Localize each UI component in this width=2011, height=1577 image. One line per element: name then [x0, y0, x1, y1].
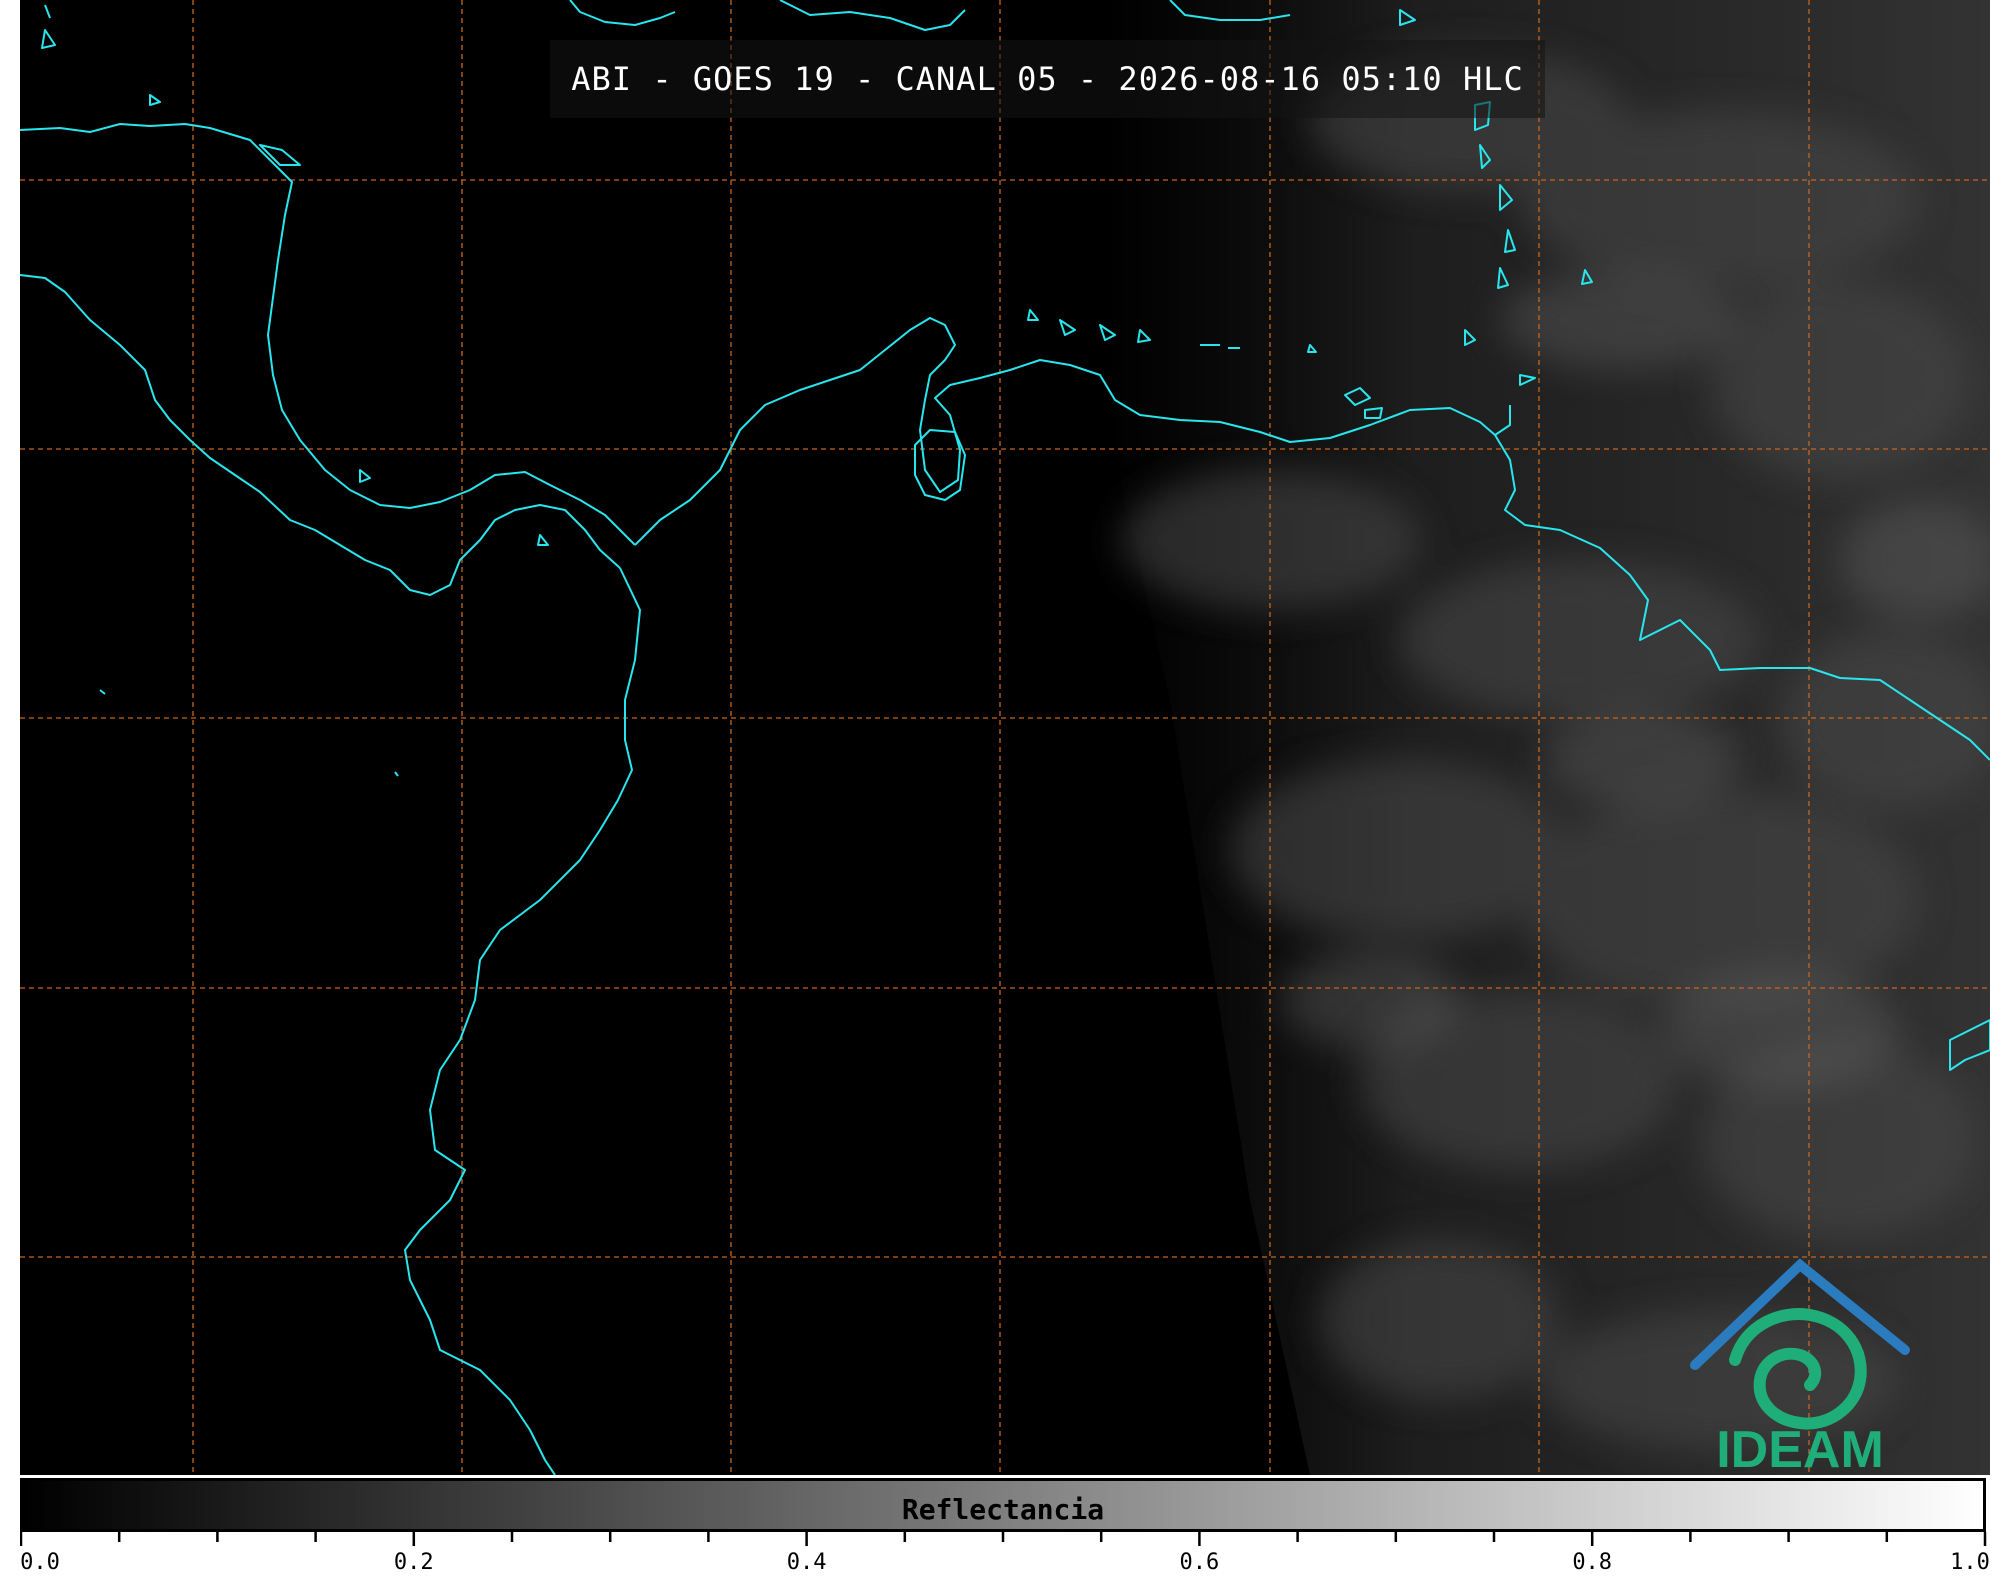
colorbar-tick-label: 1.0 — [1950, 1550, 1990, 1575]
colorbar-ticks: 0.0 0.2 0.4 0.6 0.8 1.0 — [20, 1532, 1990, 1577]
colorbar-label: Reflectancia — [901, 1493, 1105, 1526]
colorbar-tick-label: 0.6 — [1179, 1550, 1220, 1575]
map-title: ABI - GOES 19 - CANAL 05 - 2026-08-16 05… — [571, 60, 1524, 98]
ideam-logo: IDEAM — [1685, 1255, 1915, 1475]
colorbar-tick-label: 0.8 — [1572, 1550, 1613, 1575]
ideam-logo-icon: IDEAM — [1690, 1258, 1910, 1475]
title-banner: ABI - GOES 19 - CANAL 05 - 2026-08-16 05… — [550, 40, 1545, 118]
colorbar-tick-label: 0.0 — [20, 1550, 60, 1575]
colorbar-tick-marks — [20, 1532, 1987, 1546]
satellite-map[interactable]: ABI - GOES 19 - CANAL 05 - 2026-08-16 05… — [20, 0, 1990, 1475]
colorbar-tick-label: 0.2 — [393, 1550, 434, 1575]
colorbar: Reflectancia — [20, 1478, 1986, 1532]
logo-text: IDEAM — [1716, 1421, 1884, 1475]
colorbar-tick-label: 0.4 — [786, 1550, 827, 1575]
cloud-layer — [1100, 0, 1990, 1475]
map-canvas — [20, 0, 1990, 1475]
